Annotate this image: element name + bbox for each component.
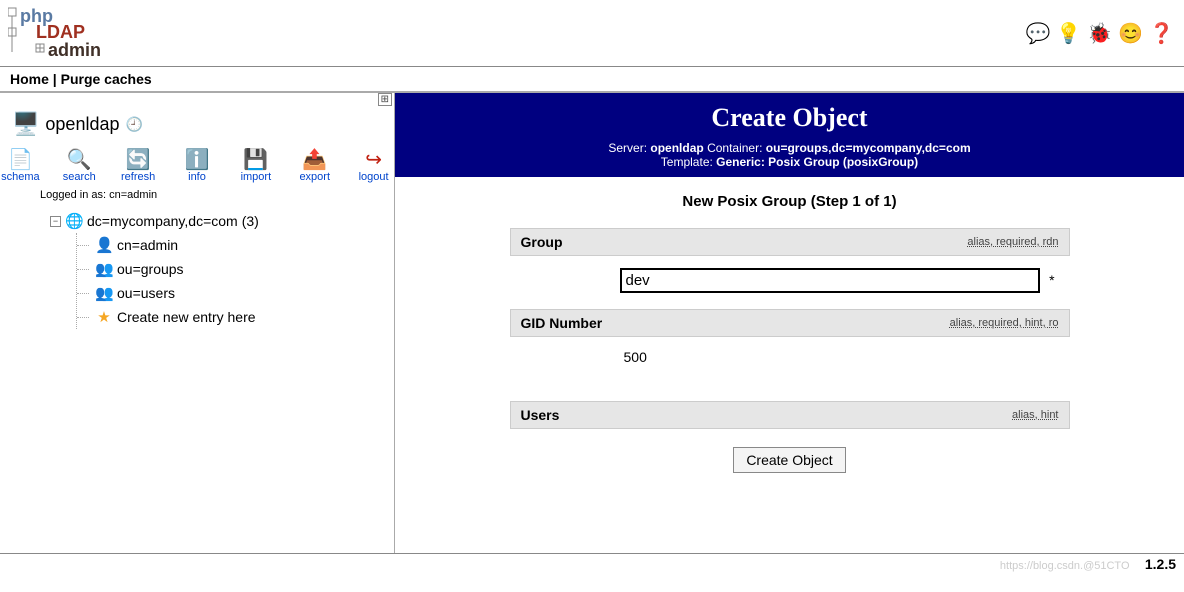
server-name: openldap	[45, 114, 119, 135]
toolbar-search[interactable]: 🔍search	[59, 147, 100, 183]
refresh-icon: 🔄	[126, 147, 151, 171]
toolbar-label: search	[63, 171, 96, 183]
logo-area: php LDAP admin	[8, 4, 118, 62]
field-label: GID Number	[521, 315, 603, 331]
feedback-icon[interactable]: 💬	[1025, 21, 1050, 46]
field-label: Users	[521, 407, 560, 423]
field-body-group: *	[510, 256, 1070, 309]
tree-node-users[interactable]: 👥 ou=users	[83, 281, 394, 305]
star-icon: ★	[95, 308, 113, 326]
footer: https://blog.csdn.@51CTO 1.2.5	[0, 553, 1184, 574]
tree-node-create-new[interactable]: ★ Create new entry here	[83, 305, 394, 329]
meta-template-value: Generic: Posix Group (posixGroup)	[716, 155, 918, 169]
search-icon: 🔍	[67, 147, 92, 171]
toolbar-info[interactable]: ℹ️info	[177, 147, 218, 183]
page-title: Create Object	[395, 103, 1184, 133]
required-asterisk: *	[1049, 272, 1054, 288]
toolbar-logout[interactable]: ↪logout	[353, 147, 394, 183]
minus-icon[interactable]: −	[50, 216, 61, 227]
create-object-button[interactable]: Create Object	[733, 447, 845, 473]
version-label: 1.2.5	[1145, 556, 1176, 572]
title-meta-line2: Template: Generic: Posix Group (posixGro…	[395, 155, 1184, 169]
field-label: Group	[521, 234, 563, 250]
header-icons: 💬 💡 🐞 😊 ❓	[1025, 21, 1174, 46]
bug-icon[interactable]: 🐞	[1087, 21, 1112, 46]
toolbar-import[interactable]: 💾import	[235, 147, 276, 183]
meta-label: Template:	[661, 155, 716, 169]
smiley-icon[interactable]: 😊	[1118, 21, 1143, 46]
sidebar-toolbar: 📄schema 🔍search 🔄refresh ℹ️info 💾import …	[0, 143, 394, 185]
field-header-gid: GID Number alias, required, hint, ro	[510, 309, 1070, 337]
step-title: New Posix Group (Step 1 of 1)	[395, 177, 1184, 228]
tree-node-admin[interactable]: 👤 cn=admin	[83, 233, 394, 257]
tree-children: 👤 cn=admin 👥 ou=groups 👥 ou=users ★ Crea…	[76, 233, 394, 329]
meta-label: Container:	[704, 141, 766, 155]
nav-purge-caches[interactable]: Purge caches	[61, 71, 152, 87]
content-title-bar: Create Object Server: openldap Container…	[395, 93, 1184, 177]
header: php LDAP admin 💬 💡 🐞 😊 ❓	[0, 0, 1184, 67]
tree-node-label: cn=admin	[117, 237, 178, 253]
export-icon: 📤	[302, 147, 327, 171]
field-hints: alias, hint	[1012, 409, 1058, 421]
tree-root-count: (3)	[242, 213, 259, 229]
meta-server-value: openldap	[650, 141, 703, 155]
tree-node-label: ou=users	[117, 285, 175, 301]
svg-text:admin: admin	[48, 40, 101, 60]
info-icon: ℹ️	[185, 147, 210, 171]
meta-label: Server:	[608, 141, 650, 155]
toolbar-label: info	[188, 171, 206, 183]
top-nav: Home | Purge caches	[0, 67, 1184, 92]
tree-node-label: Create new entry here	[117, 309, 256, 325]
tree-root[interactable]: − 🌐 dc=mycompany,dc=com (3)	[50, 209, 394, 233]
group-icon: 👥	[95, 284, 113, 302]
content-pane: Create Object Server: openldap Container…	[395, 93, 1184, 553]
globe-icon: 🌐	[65, 212, 83, 230]
group-input[interactable]	[620, 268, 1040, 293]
nav-home[interactable]: Home	[10, 71, 49, 87]
field-hints: alias, required, rdn	[967, 236, 1058, 248]
gid-value: 500	[620, 349, 647, 365]
logout-icon: ↪	[365, 147, 382, 171]
toolbar-label: logout	[359, 171, 389, 183]
app-logo: php LDAP admin	[8, 4, 118, 62]
toolbar-label: refresh	[121, 171, 155, 183]
server-icon: 🖥️	[12, 111, 39, 137]
import-icon: 💾	[243, 147, 268, 171]
help-icon[interactable]: ❓	[1149, 21, 1174, 46]
field-body-gid: 500	[510, 337, 1070, 381]
sidebar: ⊞ 🖥️ openldap 🕘 📄schema 🔍search 🔄refresh…	[0, 93, 395, 553]
logged-in-label: Logged in as:	[40, 189, 109, 201]
tree-node-groups[interactable]: 👥 ou=groups	[83, 257, 394, 281]
sidebar-expand-icon[interactable]: ⊞	[378, 93, 392, 106]
logged-in-status: Logged in as: cn=admin	[0, 185, 394, 209]
meta-container-value: ou=groups,dc=mycompany,dc=com	[766, 141, 971, 155]
main-area: ⊞ 🖥️ openldap 🕘 📄schema 🔍search 🔄refresh…	[0, 92, 1184, 553]
document-icon: 📄	[8, 147, 33, 171]
tree-root-label: dc=mycompany,dc=com	[87, 213, 238, 229]
form-area: Group alias, required, rdn * GID Number …	[510, 228, 1070, 483]
logged-in-user: cn=admin	[109, 189, 157, 201]
toolbar-label: import	[241, 171, 272, 183]
submit-row: Create Object	[510, 429, 1070, 483]
watermark-text: https://blog.csdn.@51CTO	[1000, 560, 1130, 572]
ldap-tree: − 🌐 dc=mycompany,dc=com (3) 👤 cn=admin 👥…	[0, 209, 394, 329]
toolbar-export[interactable]: 📤export	[294, 147, 335, 183]
field-hints: alias, required, hint, ro	[950, 317, 1059, 329]
group-icon: 👥	[95, 260, 113, 278]
toolbar-label: export	[299, 171, 330, 183]
tip-icon[interactable]: 💡	[1056, 21, 1081, 46]
title-meta-line1: Server: openldap Container: ou=groups,dc…	[395, 141, 1184, 155]
server-title: 🖥️ openldap 🕘	[0, 93, 394, 143]
person-icon: 👤	[95, 236, 113, 254]
toolbar-schema[interactable]: 📄schema	[0, 147, 41, 183]
tree-node-label: ou=groups	[117, 261, 184, 277]
field-header-group: Group alias, required, rdn	[510, 228, 1070, 256]
toolbar-refresh[interactable]: 🔄refresh	[118, 147, 159, 183]
field-header-users: Users alias, hint	[510, 401, 1070, 429]
toolbar-label: schema	[1, 171, 40, 183]
nav-separator: |	[53, 71, 61, 87]
clock-icon: 🕘	[125, 116, 142, 133]
svg-text:LDAP: LDAP	[36, 22, 85, 42]
